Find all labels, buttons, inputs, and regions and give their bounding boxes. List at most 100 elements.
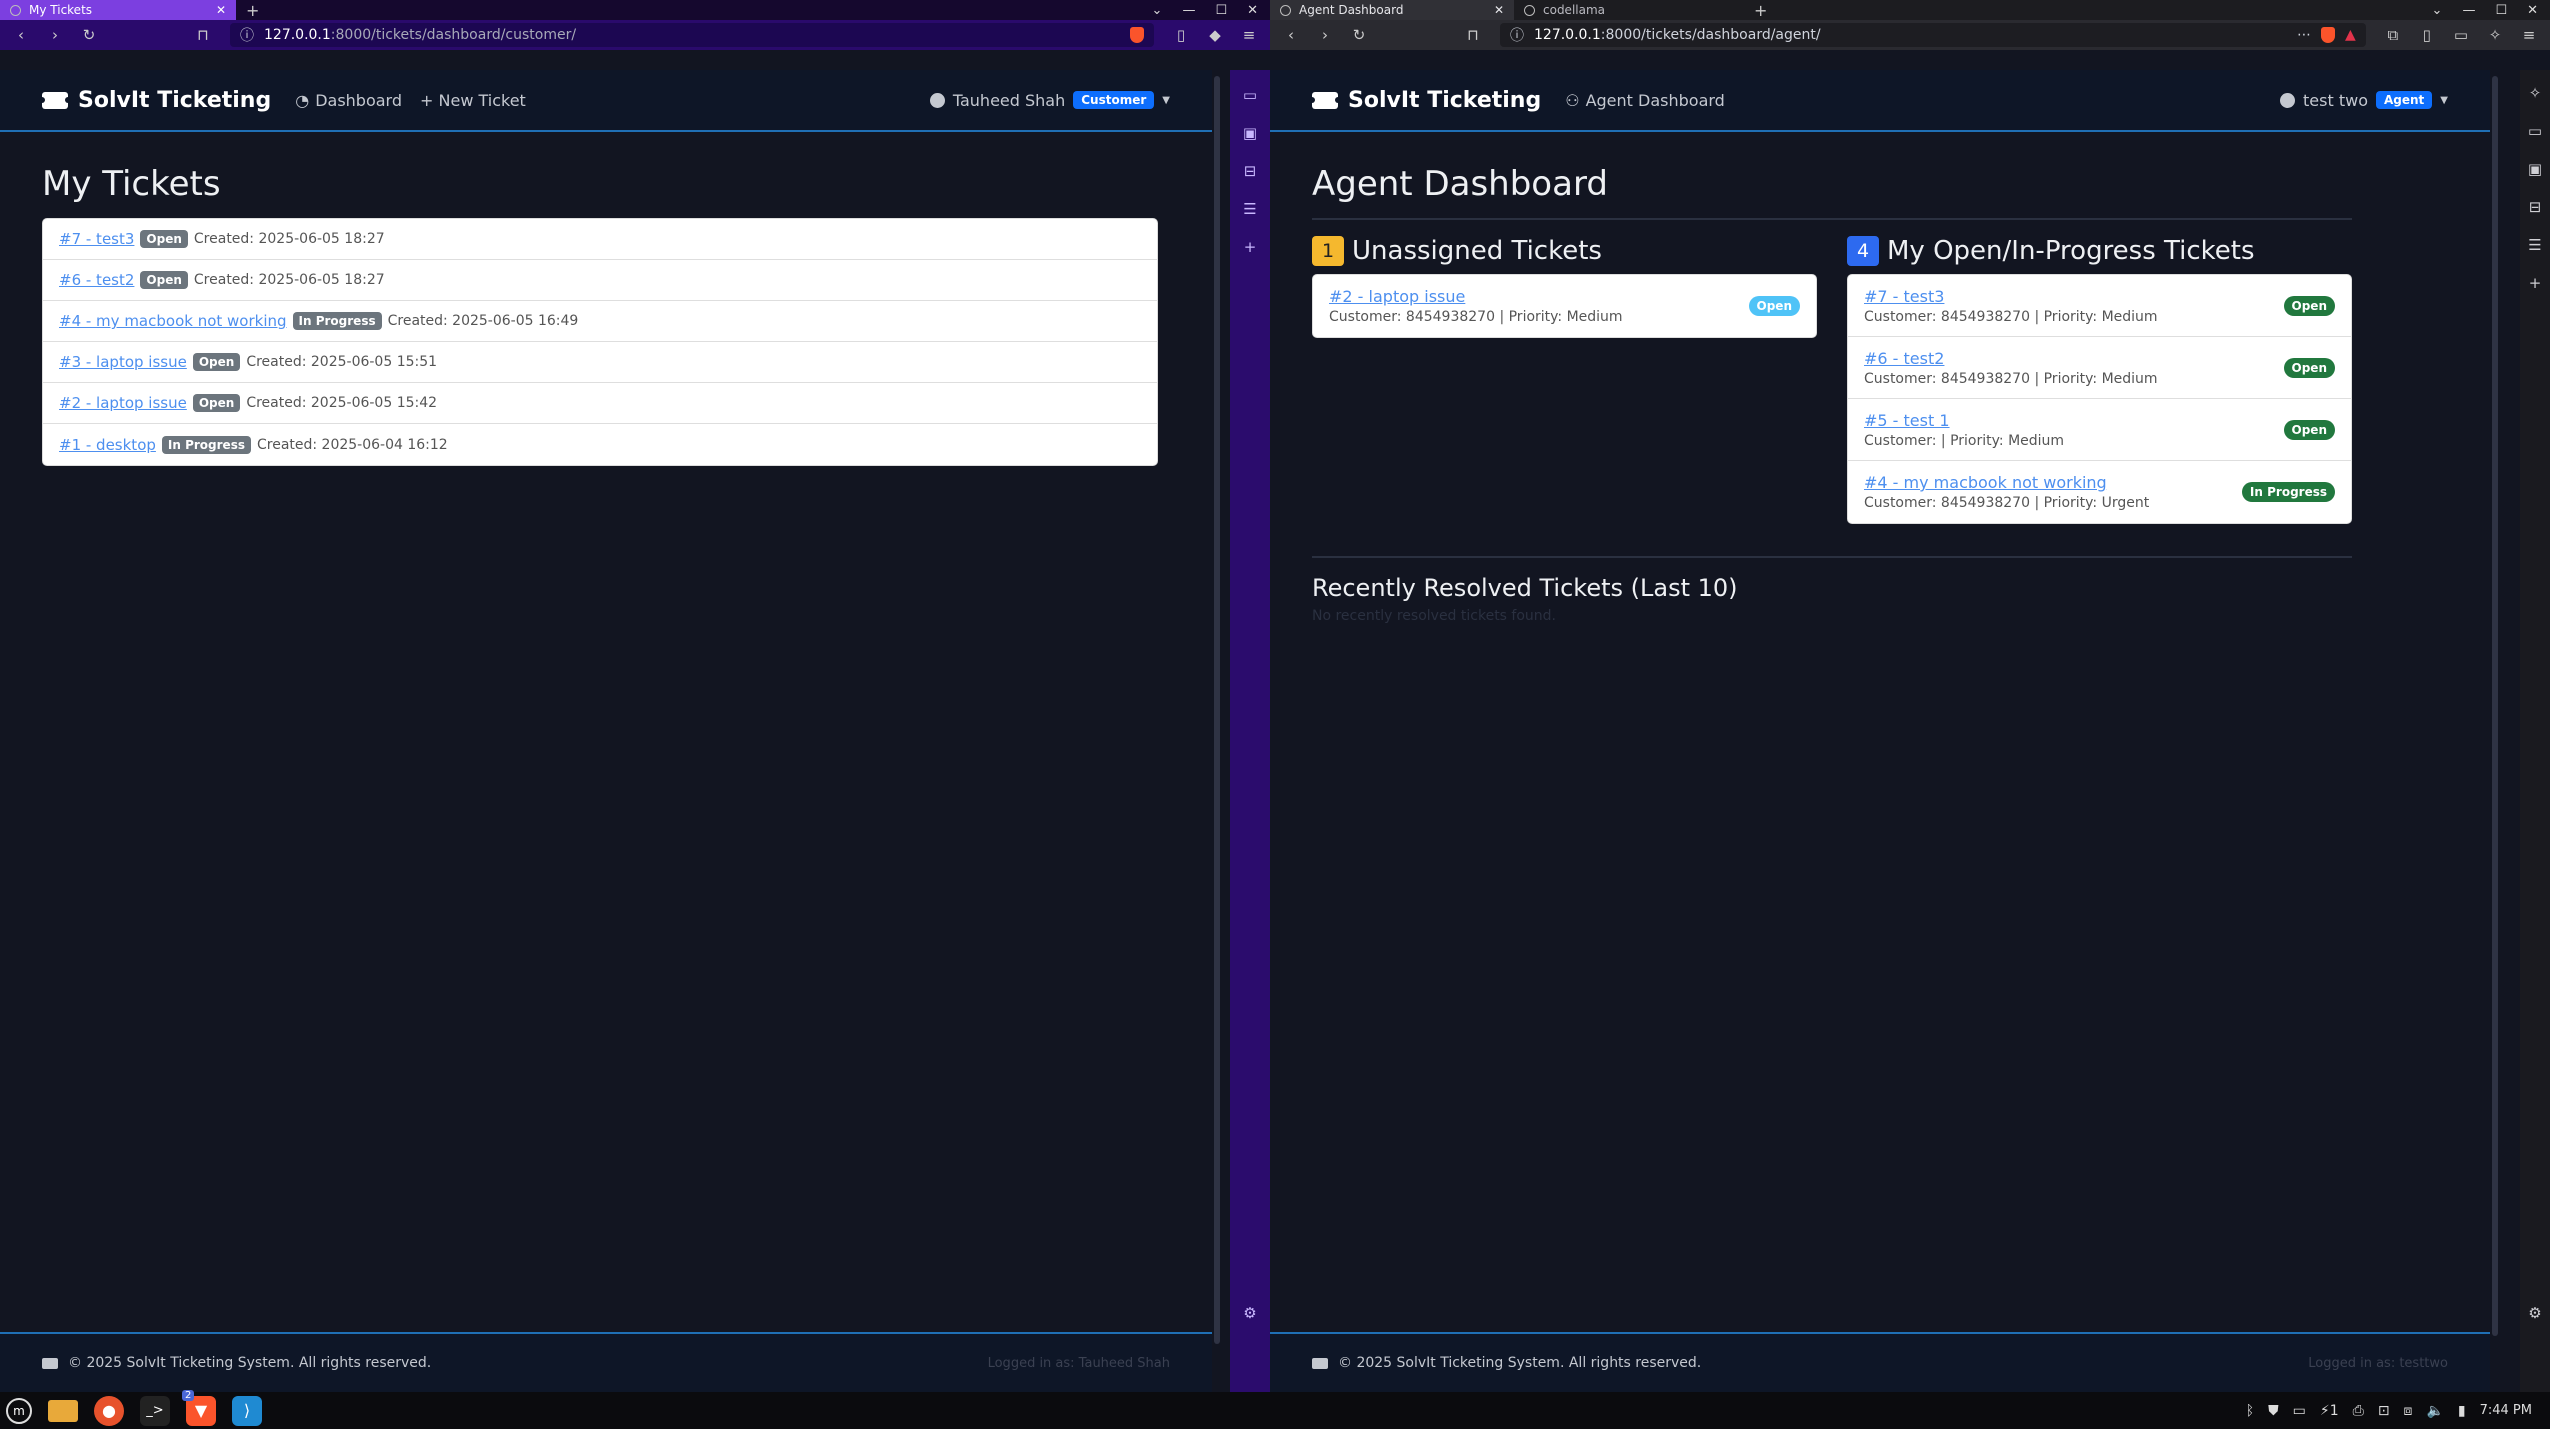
my-tickets-list: #7 - test3 Customer: 8454938270 | Priorit… [1847, 274, 2352, 524]
reload-icon[interactable]: ↻ [82, 26, 96, 44]
files-icon[interactable] [48, 1399, 78, 1422]
created-date: Created: 2025-06-05 15:51 [246, 354, 438, 370]
address-bar[interactable]: ⓘ 127.0.0.1:8000/tickets/dashboard/custo… [230, 23, 1154, 47]
wallet2-icon[interactable]: ▣ [2528, 160, 2542, 178]
ticket-link[interactable]: #4 - my macbook not working [1864, 473, 2107, 492]
battery-icon[interactable]: ▮ [2458, 1403, 2466, 1419]
wallet-icon[interactable]: ▭ [2528, 122, 2542, 140]
unassigned-heading: 1 Unassigned Tickets [1312, 236, 1817, 266]
globe-icon [1524, 4, 1535, 16]
address-bar[interactable]: ⓘ 127.0.0.1:8000/tickets/dashboard/agent… [1500, 23, 2366, 47]
status-badge: Open [1748, 296, 1800, 316]
ticket-link[interactable]: #3 - laptop issue [59, 353, 187, 371]
brave-rewards-icon[interactable]: ▲ [2345, 27, 2356, 43]
settings-icon[interactable]: ⚙ [1243, 1304, 1256, 1322]
brand-link[interactable]: SolvIt Ticketing [39, 88, 271, 113]
back-icon[interactable]: ‹ [14, 26, 28, 44]
ticket-row: #6 - test2 Open Created: 2025-06-05 18:27 [43, 260, 1157, 301]
bookmark-icon[interactable]: ⊓ [196, 26, 210, 44]
brave-shields-icon[interactable] [2321, 27, 2336, 43]
nav-new-ticket[interactable]: + New Ticket [420, 91, 526, 110]
scrollbar[interactable] [2490, 70, 2500, 1386]
maximize-button[interactable]: ☐ [2495, 3, 2507, 18]
clipboard-icon[interactable]: ⊡ [2378, 1403, 2390, 1419]
shield-icon[interactable]: ⛊ [2268, 1403, 2279, 1419]
back-icon[interactable]: ‹ [1284, 26, 1298, 44]
printer-icon[interactable]: ⎙ [2353, 1403, 2364, 1419]
chevron-down-icon[interactable]: ⌄ [2432, 3, 2443, 18]
ticket-row: #1 - desktop In Progress Created: 2025-06-… [43, 424, 1157, 465]
tab-my-tickets[interactable]: My Tickets ✕ [0, 0, 236, 20]
status-badge: In Progress [161, 435, 251, 454]
nav-dashboard[interactable]: ◔ Dashboard [295, 91, 402, 110]
firefox-icon[interactable]: ● [94, 1395, 124, 1426]
ticket-link[interactable]: #4 - my macbook not working [59, 312, 287, 330]
brave-shields-icon[interactable] [1130, 27, 1144, 43]
scrollbar-thumb[interactable] [2492, 76, 2498, 1336]
ticket-link[interactable]: #2 - laptop issue [59, 394, 187, 412]
ticket-link[interactable]: #7 - test3 [1864, 287, 1944, 306]
terminal-icon[interactable]: _> [140, 1395, 170, 1426]
ticket-link[interactable]: #6 - test2 [59, 271, 134, 289]
minimize-button[interactable]: — [1182, 3, 1195, 18]
scrollbar[interactable] [1212, 70, 1222, 1386]
reload-icon[interactable]: ↻ [1352, 26, 1366, 44]
leo-icon[interactable]: ✧ [2488, 26, 2502, 44]
wallet2-icon[interactable]: ▣ [1243, 124, 1257, 142]
leo-icon[interactable]: ✧ [2529, 84, 2542, 102]
forward-icon[interactable]: › [1318, 26, 1332, 44]
drive-icon[interactable]: ▭ [2293, 1403, 2306, 1419]
add-panel-icon[interactable]: + [2529, 274, 2542, 292]
close-tab-icon[interactable]: ✕ [1494, 3, 1504, 17]
ticket-link[interactable]: #2 - laptop issue [1329, 287, 1465, 306]
share-icon[interactable]: ⋯ [2297, 27, 2311, 43]
menu-icon[interactable]: ≡ [2522, 26, 2536, 44]
add-panel-icon[interactable]: + [1244, 238, 1257, 256]
nav-agent-dashboard[interactable]: ⚇ Agent Dashboard [1565, 91, 1725, 110]
clock[interactable]: 7:44 PM [2480, 1403, 2532, 1418]
ticket-link[interactable]: #6 - test2 [1864, 349, 1944, 368]
maximize-button[interactable]: ☐ [1215, 3, 1227, 18]
user-menu[interactable]: Tauheed Shah Customer ▼ [929, 91, 1170, 110]
settings-icon[interactable]: ⚙ [2528, 1304, 2541, 1322]
chevron-down-icon[interactable]: ⌄ [1152, 3, 1163, 18]
user-menu[interactable]: test two Agent ▼ [2280, 91, 2448, 110]
unassigned-list: #2 - laptop issue Customer: 8454938270 | … [1312, 274, 1817, 338]
new-tab-button[interactable]: + [1744, 1, 1777, 20]
wallet-icon[interactable]: ▭ [2454, 26, 2468, 44]
menu-icon[interactable]: ≡ [1242, 26, 1256, 44]
network-icon[interactable]: ⧈ [2404, 1403, 2413, 1419]
sidebar-toggle-icon[interactable]: ▯ [1174, 26, 1188, 44]
minimize-button[interactable]: — [2462, 3, 2475, 18]
wallet-icon[interactable]: ▭ [1243, 86, 1257, 104]
volume-icon[interactable]: 🔈 [2426, 1403, 2443, 1419]
scrollbar-thumb[interactable] [1214, 76, 1220, 1344]
bluetooth-icon[interactable]: ᛒ [2246, 1403, 2254, 1419]
start-menu-icon[interactable]: m [6, 1397, 32, 1424]
tab-codellama[interactable]: codellama [1514, 0, 1744, 20]
close-window-button[interactable]: ✕ [1247, 3, 1258, 18]
info-icon[interactable]: ⓘ [240, 25, 254, 45]
bookmarks-icon[interactable]: ⊟ [2529, 198, 2542, 216]
ticket-link[interactable]: #1 - desktop [59, 436, 156, 454]
new-tab-button[interactable]: + [236, 1, 269, 20]
brand-link[interactable]: SolvIt Ticketing [1309, 88, 1541, 113]
reading-list-icon[interactable]: ☰ [1243, 200, 1256, 218]
reading-list-icon[interactable]: ☰ [2528, 236, 2541, 254]
ticket-link[interactable]: #7 - test3 [59, 230, 134, 248]
update-icon[interactable]: ⚡1 [2320, 1403, 2339, 1419]
footer-logged-in: Logged in as: testtwo [2308, 1355, 2448, 1371]
brave-browser-icon[interactable]: ▼ 2 [182, 1389, 216, 1426]
info-icon[interactable]: ⓘ [1510, 25, 1524, 45]
extensions-icon[interactable]: ⧉ [2386, 26, 2400, 44]
close-tab-icon[interactable]: ✕ [216, 3, 226, 17]
vpn-icon[interactable]: ◆ [1208, 26, 1222, 44]
bookmarks-icon[interactable]: ⊟ [1244, 162, 1257, 180]
vscode-icon[interactable]: ⟩ [232, 1395, 262, 1426]
tab-agent-dashboard[interactable]: Agent Dashboard ✕ [1270, 0, 1514, 20]
close-window-button[interactable]: ✕ [2527, 3, 2538, 18]
sidebar-toggle-icon[interactable]: ▯ [2420, 26, 2434, 44]
ticket-link[interactable]: #5 - test 1 [1864, 411, 1950, 430]
forward-icon[interactable]: › [48, 26, 62, 44]
bookmark-icon[interactable]: ⊓ [1466, 26, 1480, 44]
